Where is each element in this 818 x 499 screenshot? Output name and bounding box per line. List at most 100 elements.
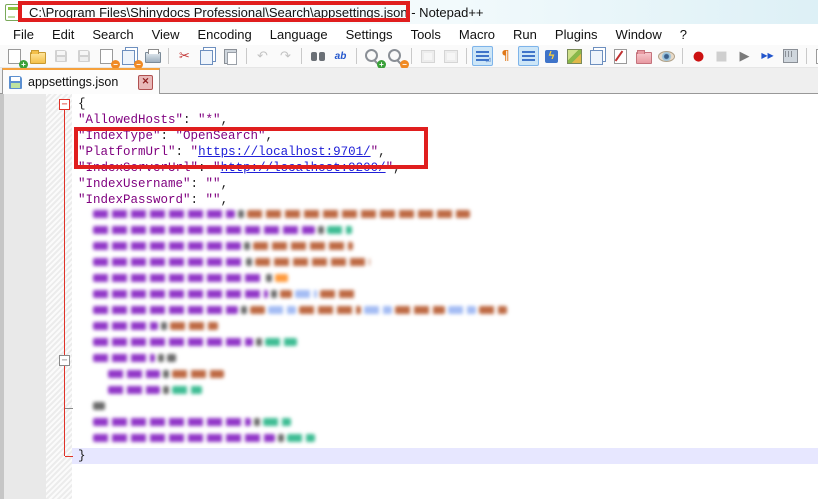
toolbar-separator	[411, 48, 412, 64]
word-wrap-button[interactable]	[472, 46, 493, 66]
record-macro-button[interactable]: ●	[688, 46, 709, 66]
indent-guide-button[interactable]	[518, 46, 539, 66]
code-token: ,	[266, 129, 274, 143]
close-all-button[interactable]: −	[119, 46, 140, 66]
find-button[interactable]	[307, 46, 328, 66]
copy-button[interactable]	[197, 46, 218, 66]
print-icon	[145, 52, 161, 63]
copy-icon	[200, 50, 213, 65]
code-token: {	[78, 97, 86, 111]
window-title-suffix: - Notepad++	[408, 5, 484, 20]
menu-item-language[interactable]: Language	[261, 25, 337, 44]
user-defined-language-button[interactable]	[610, 46, 631, 66]
code-token: ""	[206, 193, 221, 207]
code-line-19[interactable]: 19	[0, 384, 818, 400]
menu-item-help[interactable]: ?	[671, 25, 696, 44]
code-line-15[interactable]: 15	[0, 320, 818, 336]
code-line-20[interactable]: 20	[0, 400, 818, 416]
menu-bar: FileEditSearchViewEncodingLanguageSettin…	[0, 24, 818, 45]
menu-item-run[interactable]: Run	[504, 25, 546, 44]
menu-item-encoding[interactable]: Encoding	[189, 25, 261, 44]
code-line-17[interactable]: 17	[0, 352, 818, 368]
code-token: :	[191, 193, 206, 207]
menu-item-window[interactable]: Window	[607, 25, 671, 44]
redacted-text	[163, 386, 169, 394]
tab-appsettings-json[interactable]: appsettings.json ✕	[2, 68, 160, 94]
redacted-text	[479, 306, 507, 314]
redacted-text	[268, 306, 296, 314]
menu-item-file[interactable]: File	[4, 25, 43, 44]
code-line-21[interactable]: 21	[0, 416, 818, 432]
paste-button[interactable]	[220, 46, 241, 66]
code-line-13[interactable]: 13	[0, 288, 818, 304]
menu-item-edit[interactable]: Edit	[43, 25, 83, 44]
tab-close-icon[interactable]: ✕	[138, 75, 153, 90]
code-line-22[interactable]: 22	[0, 432, 818, 448]
menu-item-macro[interactable]: Macro	[450, 25, 504, 44]
code-line-7[interactable]: 7 "IndexPassword": "",	[0, 192, 818, 208]
show-all-characters-button[interactable]: ¶	[495, 46, 516, 66]
code-line-11[interactable]: 11	[0, 256, 818, 272]
folder-as-workspace-button[interactable]	[633, 46, 654, 66]
open-file-button[interactable]	[27, 46, 48, 66]
code-line-23[interactable]: 23}	[0, 448, 818, 464]
function-list-button[interactable]: ϟ	[541, 46, 562, 66]
sync-vertical-scroll-button[interactable]	[417, 46, 438, 66]
replace-icon: ab	[335, 51, 347, 62]
save-all-icon	[78, 50, 90, 62]
stop-macro-button[interactable]: ■	[711, 46, 732, 66]
redacted-text	[275, 274, 288, 282]
monitoring-button[interactable]	[656, 46, 677, 66]
fold-collapse-box[interactable]: −	[59, 99, 70, 110]
code-line-18[interactable]: 18	[0, 368, 818, 384]
menu-item-tools[interactable]: Tools	[402, 25, 450, 44]
document-list-button[interactable]	[587, 46, 608, 66]
code-line-10[interactable]: 10	[0, 240, 818, 256]
code-line-6[interactable]: 6 "IndexUsername": "",	[0, 176, 818, 192]
plugins-admin-button[interactable]	[812, 46, 818, 66]
window-title-path: C:\Program Files\Shinydocs Professional\…	[29, 5, 408, 20]
code-line-5[interactable]: 5 "IndexServerUrl": "http://localhost:92…	[0, 160, 818, 176]
replace-button[interactable]: ab	[330, 46, 351, 66]
code-line-8[interactable]: 8	[0, 208, 818, 224]
document-map-button[interactable]	[564, 46, 585, 66]
run-macro-multiple-button[interactable]: ▶▶	[757, 46, 778, 66]
play-macro-button[interactable]: ▶	[734, 46, 755, 66]
cut-icon: ✂	[179, 50, 190, 63]
code-token: "IndexUsername"	[78, 177, 191, 191]
save-all-button[interactable]	[73, 46, 94, 66]
sync-horizontal-scroll-button[interactable]	[440, 46, 461, 66]
redo-button[interactable]: ↷	[275, 46, 296, 66]
window-title: C:\Program Files\Shinydocs Professional\…	[29, 5, 484, 20]
code-line-12[interactable]: 12	[0, 272, 818, 288]
code-line-1[interactable]: 1{	[0, 96, 818, 112]
code-line-4[interactable]: 4 "PlatformUrl": "https://localhost:9701…	[0, 144, 818, 160]
save-button[interactable]	[50, 46, 71, 66]
editor-pane[interactable]: 1{2 "AllowedHosts": "*",3 "IndexType": "…	[0, 94, 818, 499]
close-button[interactable]: −	[96, 46, 117, 66]
code-line-3[interactable]: 3 "IndexType": "OpenSearch",	[0, 128, 818, 144]
new-file-button[interactable]: +	[4, 46, 25, 66]
fold-collapse-box[interactable]: −	[59, 355, 70, 366]
menu-item-plugins[interactable]: Plugins	[546, 25, 607, 44]
save-macro-button[interactable]	[780, 46, 801, 66]
code-line-2[interactable]: 2 "AllowedHosts": "*",	[0, 112, 818, 128]
redacted-text	[93, 290, 268, 298]
menu-item-settings[interactable]: Settings	[337, 25, 402, 44]
url-text[interactable]: https://localhost:9701/	[198, 145, 371, 159]
code-line-9[interactable]: 9	[0, 224, 818, 240]
code-token: "	[386, 161, 394, 175]
undo-button[interactable]: ↶	[252, 46, 273, 66]
code-line-16[interactable]: 16	[0, 336, 818, 352]
fold-margin[interactable]	[46, 94, 72, 499]
url-text[interactable]: http://localhost:9200/	[221, 161, 386, 175]
print-button[interactable]	[142, 46, 163, 66]
redacted-text	[263, 418, 291, 426]
menu-item-search[interactable]: Search	[83, 25, 142, 44]
zoom-out-button[interactable]: −	[385, 46, 406, 66]
cut-button[interactable]: ✂	[174, 46, 195, 66]
code-line-14[interactable]: 14	[0, 304, 818, 320]
zoom-in-button[interactable]: +	[362, 46, 383, 66]
tab-label: appsettings.json	[28, 75, 134, 89]
menu-item-view[interactable]: View	[143, 25, 189, 44]
